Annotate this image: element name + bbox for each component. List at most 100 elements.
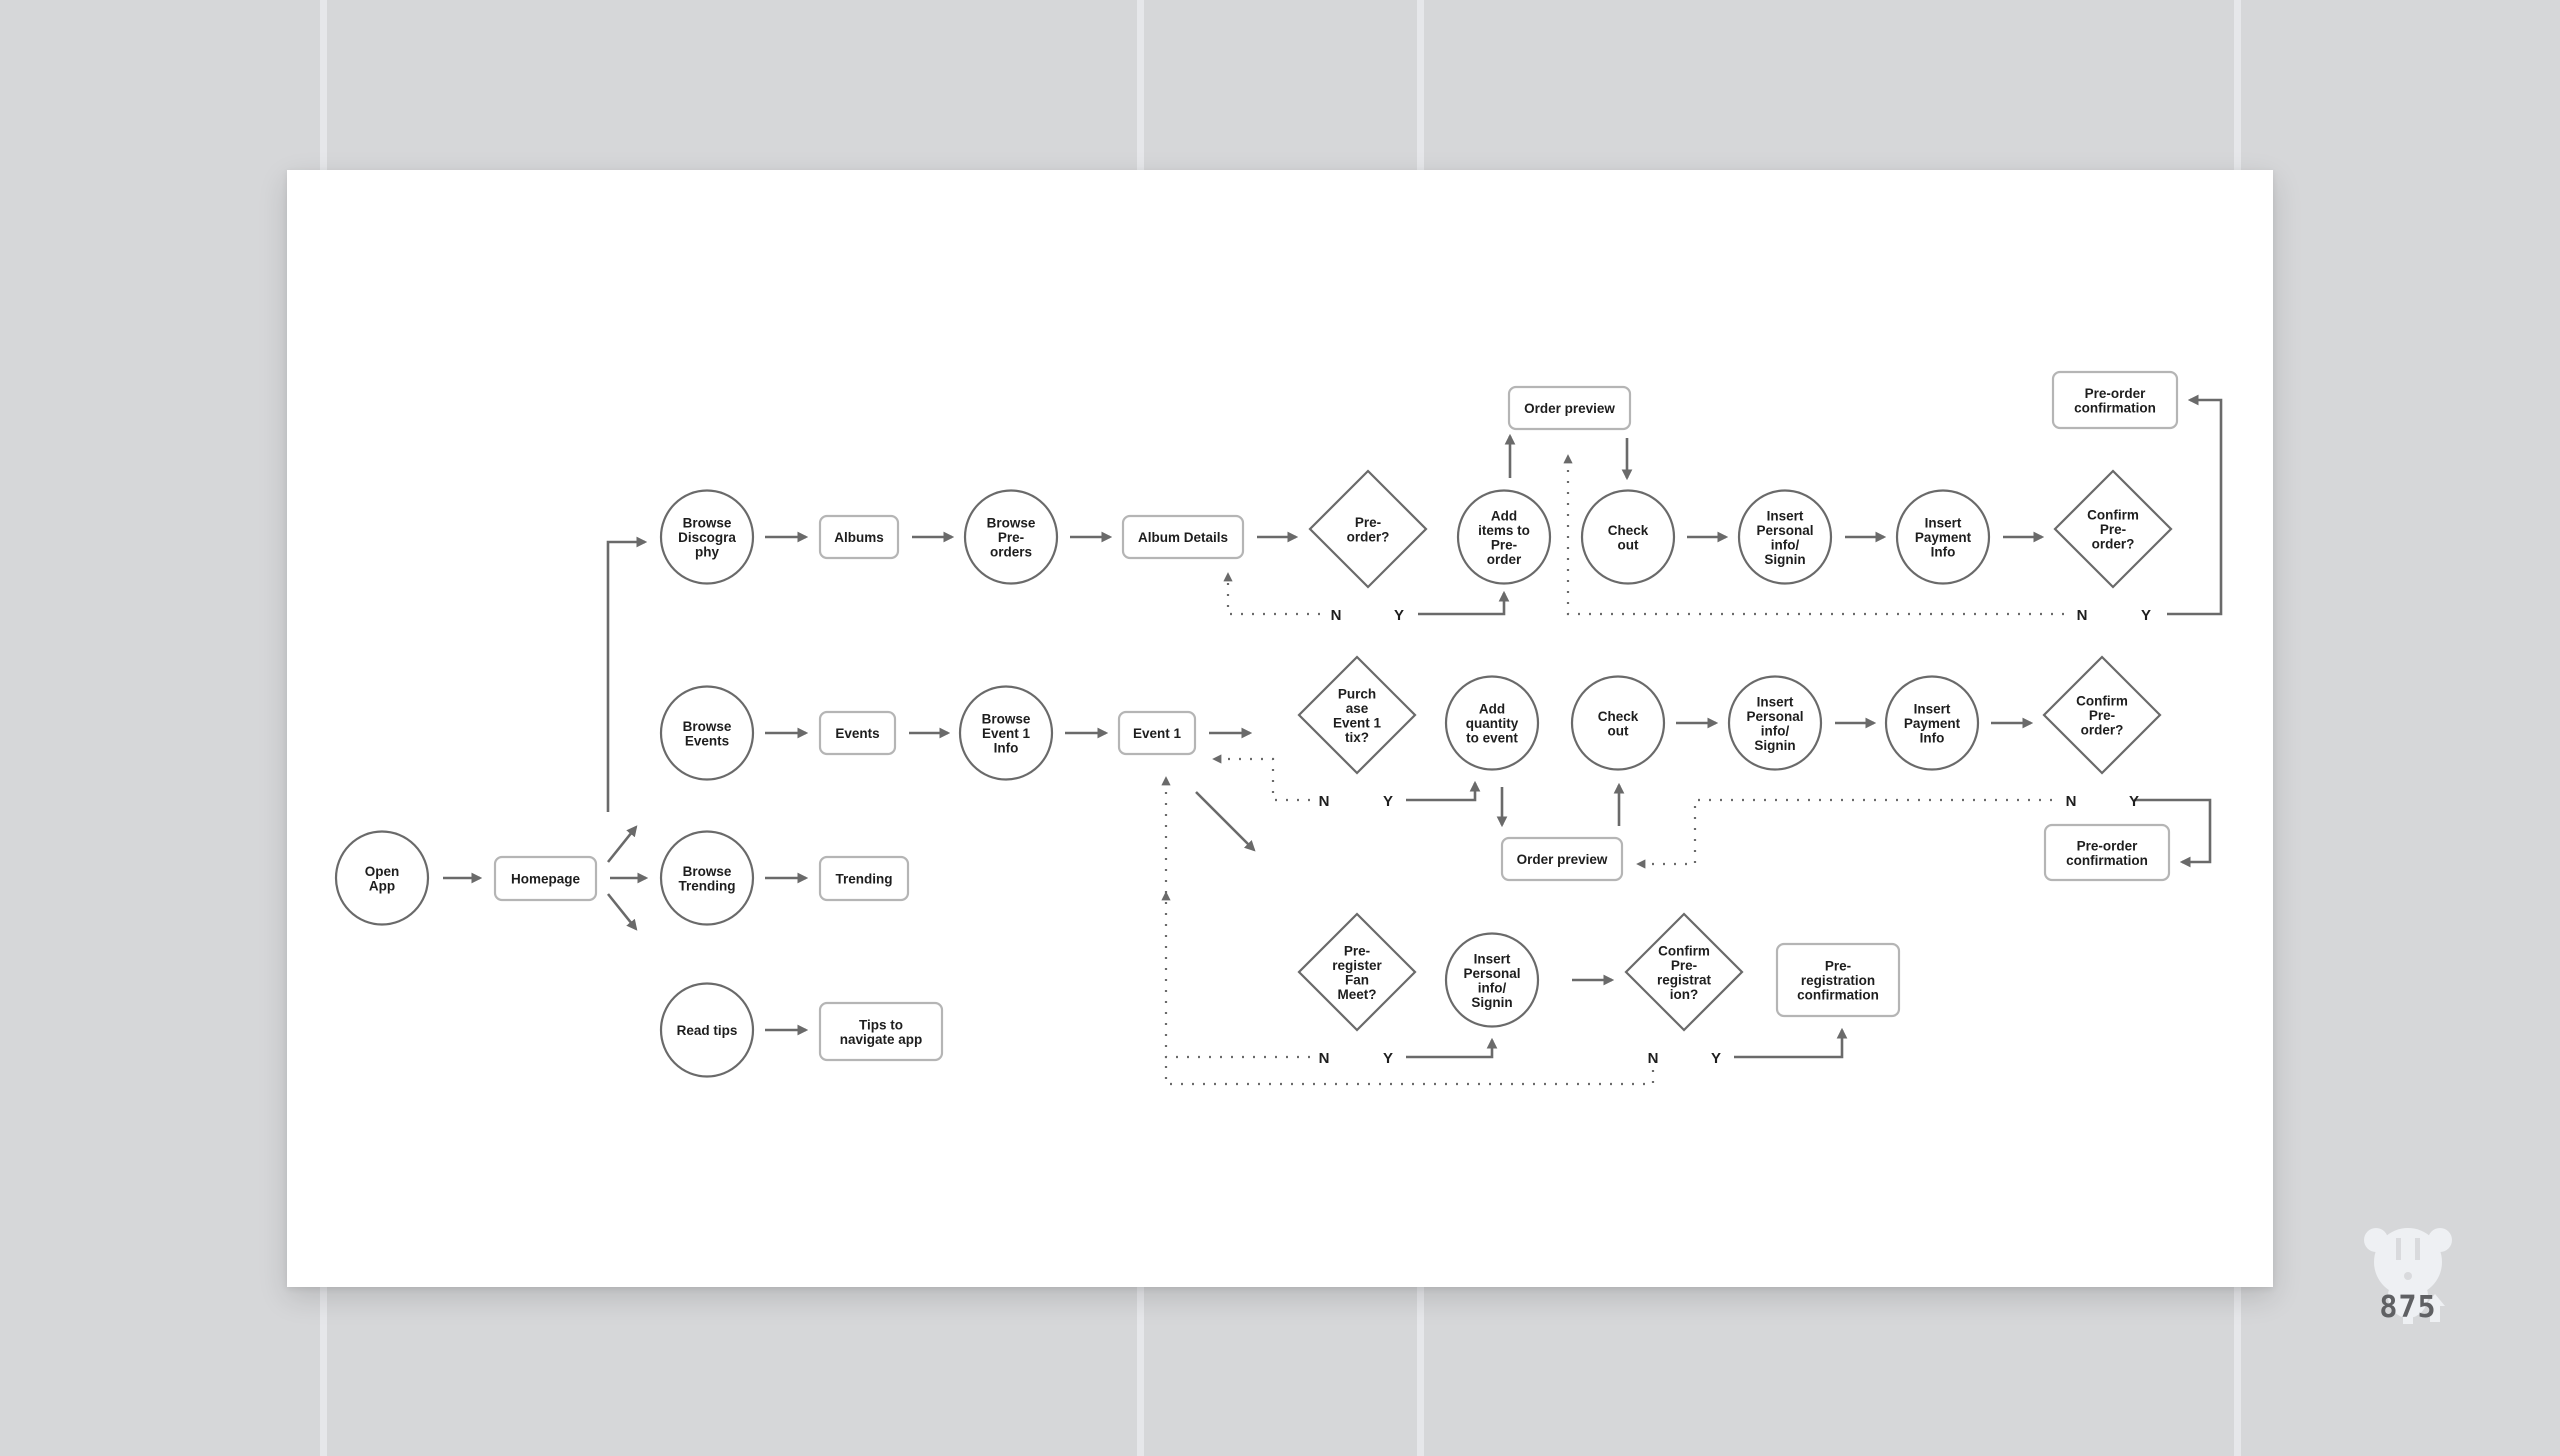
branch-label-no: N bbox=[1648, 1050, 1659, 1067]
node-label: App bbox=[369, 878, 395, 893]
node-label: Browse bbox=[982, 712, 1031, 727]
node-albums: Albums bbox=[818, 514, 900, 560]
node-label: quantity bbox=[1466, 716, 1519, 731]
node-label: Pre- bbox=[1671, 958, 1697, 973]
branch-label-no: N bbox=[1319, 793, 1330, 810]
node-label: Info bbox=[994, 741, 1019, 756]
node-label: Browse bbox=[683, 719, 732, 734]
flow-arrow bbox=[606, 536, 648, 812]
node-personal-info-3: InsertPersonalinfo/Signin bbox=[1444, 932, 1540, 1028]
node-browse-events: BrowseEvents bbox=[659, 685, 755, 781]
node-label: Meet? bbox=[1337, 987, 1376, 1002]
branch-label-yes: Y bbox=[1383, 1050, 1393, 1067]
node-label: Info bbox=[1920, 731, 1945, 746]
node-label: Events bbox=[835, 726, 879, 741]
node-event1: Event 1 bbox=[1117, 710, 1197, 756]
node-label: Personal bbox=[1756, 523, 1813, 538]
flow-arrow bbox=[1734, 1027, 1848, 1059]
node-label: Personal bbox=[1746, 709, 1803, 724]
branch-label-no: N bbox=[1319, 1050, 1330, 1067]
node-order-preview-1: Order preview bbox=[1507, 385, 1632, 431]
flow-arrow bbox=[1195, 791, 1256, 852]
node-label: Insert bbox=[1757, 694, 1794, 709]
node-homepage: Homepage bbox=[493, 855, 598, 902]
node-label: Insert bbox=[1914, 702, 1951, 717]
node-label: Pre-order bbox=[2085, 386, 2147, 401]
node-label: Event 1 bbox=[982, 726, 1031, 741]
node-label: Open bbox=[365, 864, 400, 879]
dotted-return-arrow bbox=[1223, 572, 1320, 616]
node-label: Check bbox=[1608, 523, 1649, 538]
node-label: Browse bbox=[683, 516, 732, 531]
node-browse-discography: BrowseDiscography bbox=[659, 489, 755, 585]
node-label: Add bbox=[1491, 508, 1517, 523]
node-label: Browse bbox=[683, 864, 732, 879]
node-label: order bbox=[1487, 552, 1522, 567]
node-read-tips: Read tips bbox=[659, 982, 755, 1078]
branch-label-yes: Y bbox=[1383, 793, 1393, 810]
node-label: Pre-order bbox=[2077, 838, 2139, 853]
logo-text: 875 bbox=[2379, 1290, 2437, 1325]
node-browse-trending: BrowseTrending bbox=[659, 830, 755, 926]
node-preorder-confirmation-2: Pre-orderconfirmation bbox=[2043, 823, 2171, 882]
node-add-items: Additems toPre-order bbox=[1456, 489, 1552, 585]
node-prereg-confirmation: Pre-registrationconfirmation bbox=[1775, 942, 1901, 1018]
node-label: Homepage bbox=[511, 872, 581, 887]
node-label: order? bbox=[1347, 529, 1390, 544]
node-label: info/ bbox=[1771, 537, 1800, 552]
node-label: Info bbox=[1931, 545, 1956, 560]
node-label: Signin bbox=[1764, 552, 1805, 567]
node-label: out bbox=[1618, 537, 1639, 552]
node-label: Payment bbox=[1915, 530, 1972, 545]
node-label: Trending bbox=[836, 872, 893, 887]
branch-label-no: N bbox=[2066, 793, 2077, 810]
node-preregister-q: Pre-registerFanMeet? bbox=[1297, 912, 1417, 1032]
node-label: Personal bbox=[1463, 966, 1520, 981]
node-label: confirmation bbox=[2066, 853, 2148, 868]
node-browse-event1-info: BrowseEvent 1Info bbox=[958, 685, 1054, 781]
node-tips: Tips tonavigate app bbox=[818, 1001, 944, 1062]
node-label: Albums bbox=[834, 530, 884, 545]
node-label: Add bbox=[1479, 702, 1505, 717]
node-events: Events bbox=[818, 710, 897, 756]
node-label: navigate app bbox=[840, 1032, 923, 1047]
node-label: out bbox=[1608, 723, 1629, 738]
node-label: Pre- bbox=[1344, 943, 1370, 958]
node-personal-info-2: InsertPersonalinfo/Signin bbox=[1727, 675, 1823, 771]
branch-label-no: N bbox=[1331, 607, 1342, 624]
node-album-details: Album Details bbox=[1121, 514, 1245, 560]
node-preorder-confirmation-1: Pre-orderconfirmation bbox=[2051, 370, 2179, 430]
branch-label-no: N bbox=[2077, 607, 2088, 624]
branch-label-yes: Y bbox=[1394, 607, 1404, 624]
node-label: confirmation bbox=[1797, 988, 1879, 1003]
node-label: order? bbox=[2092, 537, 2135, 552]
node-label: Pre- bbox=[1825, 959, 1851, 974]
node-label: order? bbox=[2081, 723, 2124, 738]
node-purchase-q: PurchaseEvent 1tix? bbox=[1297, 655, 1417, 775]
node-confirm-preorder-2: ConfirmPre-order? bbox=[2042, 655, 2162, 775]
node-label: Pre- bbox=[1355, 515, 1381, 530]
node-label: info/ bbox=[1478, 980, 1507, 995]
node-label: Confirm bbox=[2076, 694, 2128, 709]
node-label: registrat bbox=[1657, 972, 1712, 987]
node-label: Insert bbox=[1767, 508, 1804, 523]
flow-arrow bbox=[606, 893, 638, 931]
node-label: orders bbox=[990, 545, 1032, 560]
node-label: Payment bbox=[1904, 716, 1961, 731]
node-label: Pre- bbox=[998, 530, 1024, 545]
node-label: info/ bbox=[1761, 723, 1790, 738]
node-label: Event 1 bbox=[1333, 715, 1382, 730]
node-label: tix? bbox=[1345, 730, 1369, 745]
node-label: Insert bbox=[1925, 516, 1962, 531]
node-label: Signin bbox=[1471, 995, 1512, 1010]
node-label: Trending bbox=[679, 878, 736, 893]
node-label: Events bbox=[685, 733, 729, 748]
node-label: registration bbox=[1801, 973, 1875, 988]
node-label: ion? bbox=[1670, 987, 1699, 1002]
dotted-return-arrow bbox=[1161, 891, 1310, 1059]
node-label: Check bbox=[1598, 709, 1639, 724]
node-label: Fan bbox=[1345, 972, 1369, 987]
node-label: Purch bbox=[1338, 686, 1376, 701]
node-order-preview-2: Order preview bbox=[1500, 836, 1624, 882]
node-label: Order preview bbox=[1524, 401, 1615, 416]
